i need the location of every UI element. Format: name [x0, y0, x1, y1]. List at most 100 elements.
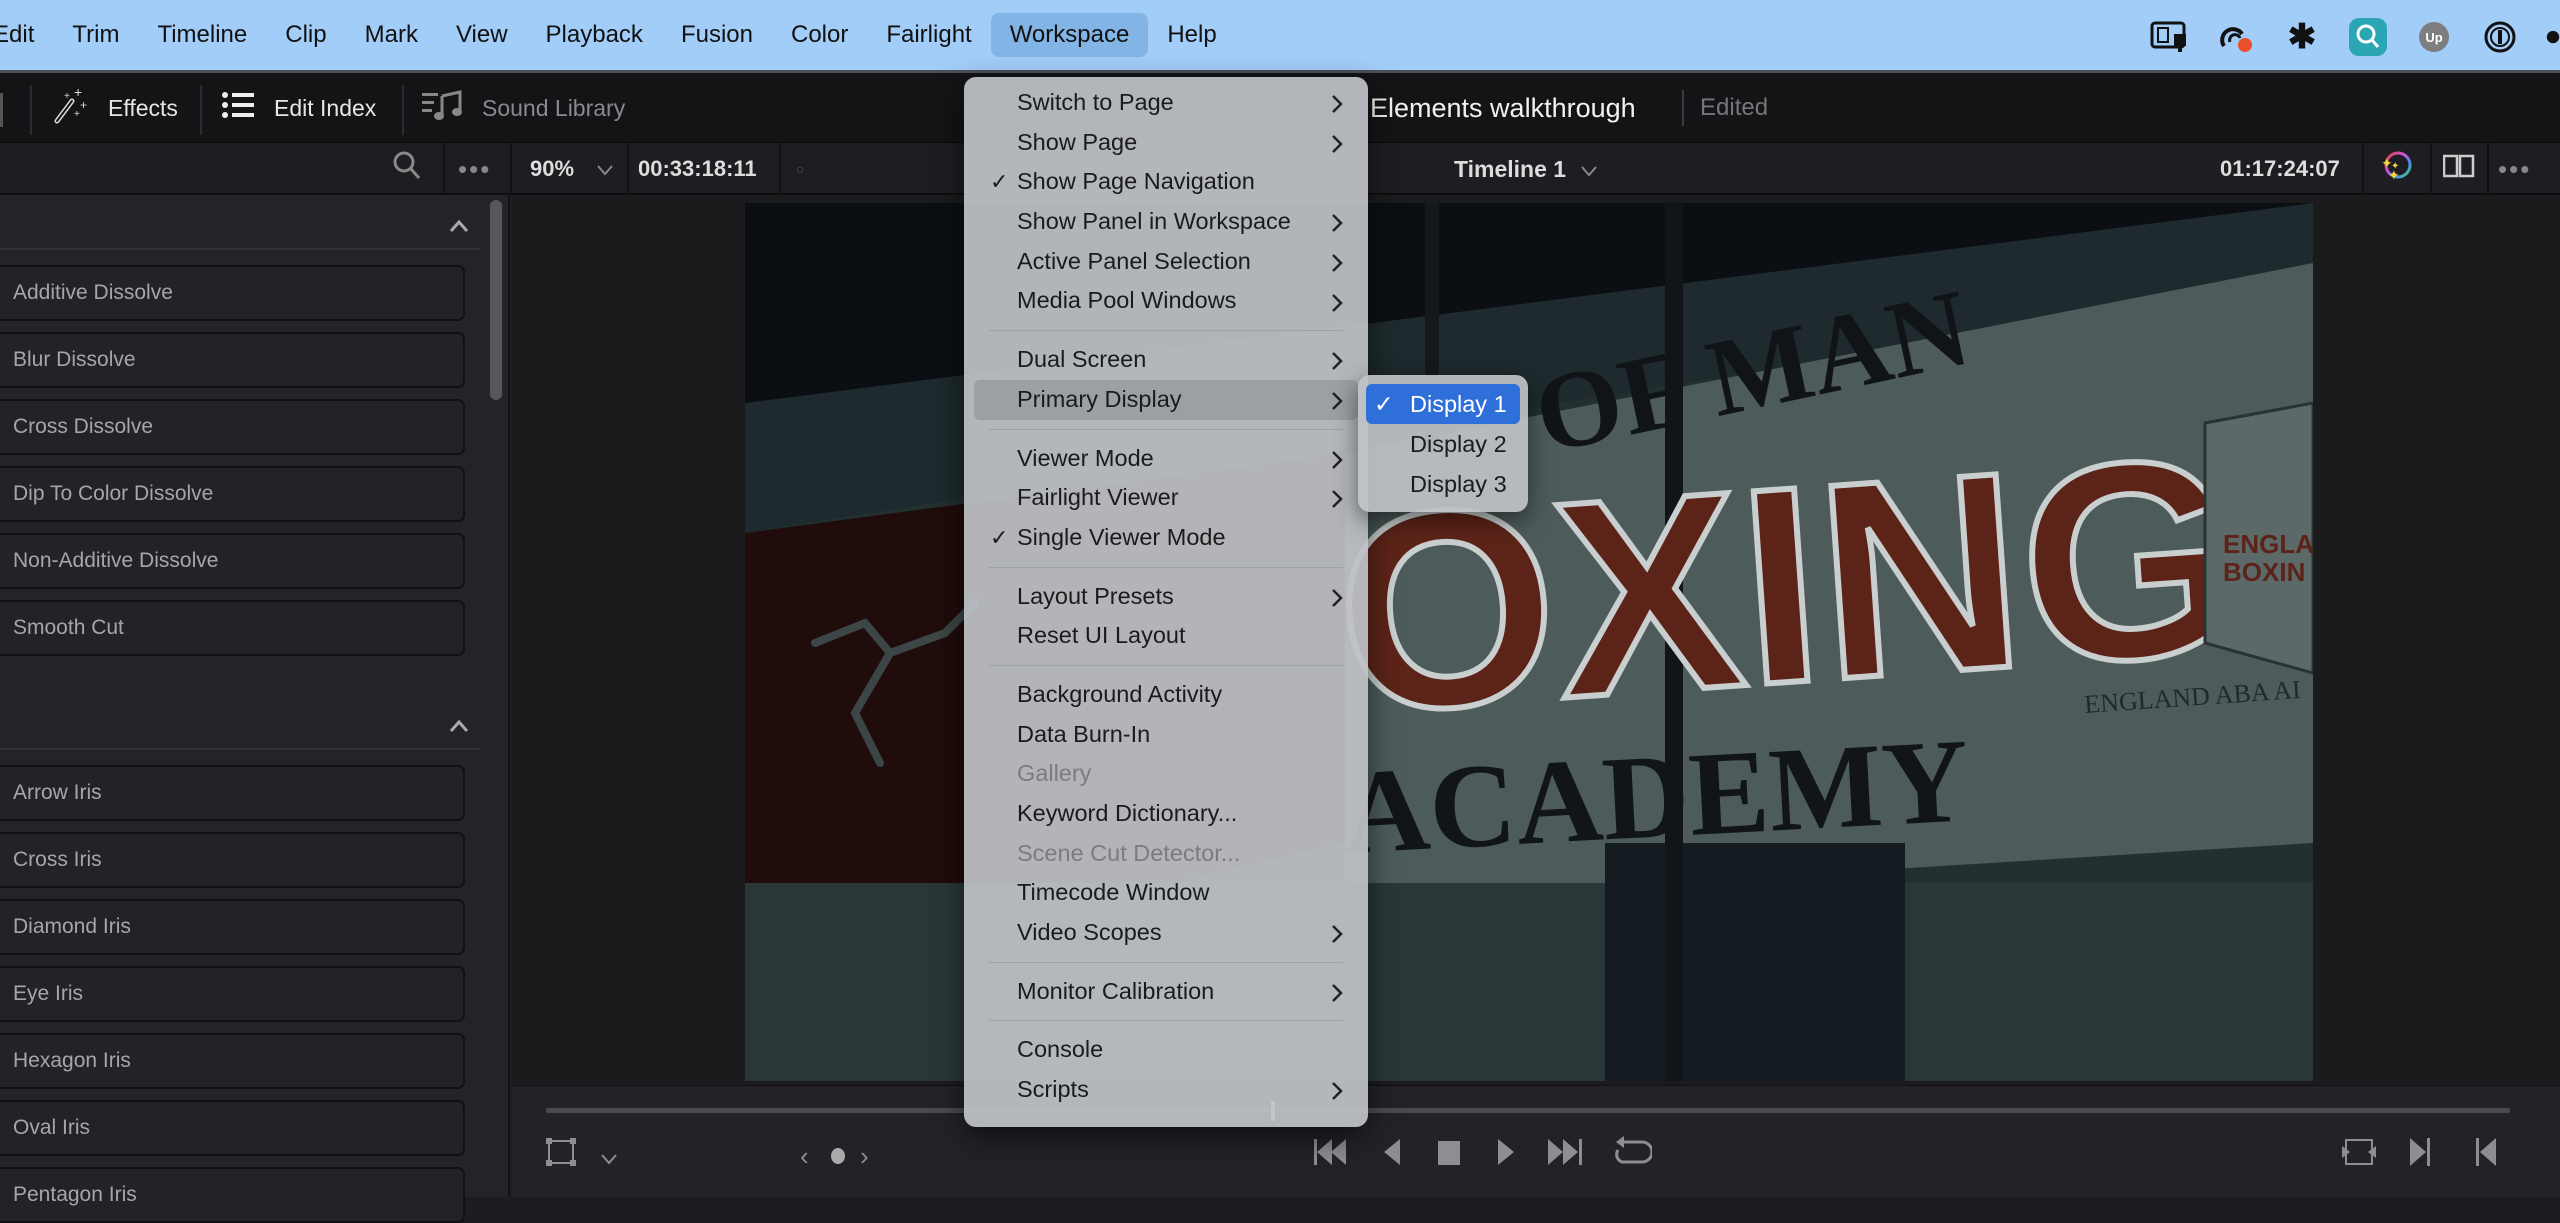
panel-options-button[interactable]: ••• — [458, 143, 491, 195]
go-to-start-button[interactable] — [1314, 1136, 1350, 1176]
menu-separator — [989, 664, 1343, 666]
display-lock-icon[interactable] — [2150, 17, 2190, 57]
timeline-dropdown[interactable]: Timeline 1 — [1454, 143, 1598, 195]
menu-item-monitor-calibration[interactable]: Monitor Calibration — [974, 972, 1358, 1012]
menu-workspace[interactable]: Workspace — [990, 13, 1149, 57]
menu-timeline[interactable]: Timeline — [138, 13, 266, 57]
submenu-item-display-1[interactable]: ✓ Display 1 — [1366, 384, 1520, 424]
menu-item-dual-screen[interactable]: Dual Screen — [974, 340, 1358, 380]
menu-fairlight[interactable]: Fairlight — [867, 13, 990, 57]
transform-mode-dropdown[interactable] — [600, 1136, 618, 1176]
menu-playback[interactable]: Playback — [527, 13, 662, 57]
play-button[interactable] — [1498, 1136, 1516, 1176]
onepassword-icon[interactable] — [2480, 17, 2520, 57]
menu-item-scripts[interactable]: Scripts — [974, 1070, 1358, 1110]
menu-item-switch-to-page[interactable]: Switch to Page — [974, 83, 1358, 123]
zoom-level-dropdown[interactable]: 90% — [530, 143, 614, 195]
submenu-item-display-2[interactable]: Display 2 — [1366, 424, 1520, 464]
menu-item-keyword-dictionary[interactable]: Keyword Dictionary... — [974, 794, 1358, 834]
menu-help[interactable]: Help — [1148, 13, 1235, 57]
menu-item-label: Switch to Page — [1017, 89, 1174, 115]
menu-item-reset-ui-layout[interactable]: Reset UI Layout — [974, 616, 1358, 656]
sound-library-button[interactable]: Sound Library — [422, 73, 625, 143]
menu-item-timecode-window[interactable]: Timecode Window — [974, 873, 1358, 913]
add-keyframe-button[interactable] — [830, 1136, 846, 1176]
effect-item-arrow-iris[interactable]: Arrow Iris — [0, 765, 465, 821]
edit-index-label: Edit Index — [274, 94, 377, 121]
menu-trim[interactable]: Trim — [53, 13, 138, 57]
viewer-options-button[interactable]: ••• — [2498, 143, 2531, 195]
edit-index-button[interactable]: Edit Index — [222, 73, 376, 143]
menu-item-background-activity[interactable]: Background Activity — [974, 675, 1358, 715]
chevron-up-icon[interactable] — [448, 209, 470, 240]
chevron-right-icon — [1330, 202, 1344, 242]
effect-item-smooth-cut[interactable]: Smooth Cut — [0, 600, 465, 656]
next-edit-icon — [2410, 1138, 2432, 1174]
menu-mark[interactable]: Mark — [346, 13, 437, 57]
match-frame-button[interactable] — [2342, 1136, 2376, 1176]
creative-cloud-icon[interactable] — [2216, 17, 2256, 57]
smart-reframe-button[interactable]: ✦ ✦ ✦ — [2378, 143, 2414, 195]
effect-item-hexagon-iris[interactable]: Hexagon Iris — [0, 1033, 465, 1089]
perplexity-icon[interactable]: ✱ — [2282, 17, 2322, 57]
menu-item-label: Data Burn-In — [1017, 720, 1151, 747]
timeline-viewer: OF MAN OXING ACADEMY ENGLAND ABA AI ENGL… — [512, 195, 2560, 1085]
effects-button[interactable]: + + + + Effects — [52, 73, 178, 143]
effect-item-eye-iris[interactable]: Eye Iris — [0, 966, 465, 1022]
menu-clip[interactable]: Clip — [266, 13, 345, 57]
next-edit-button[interactable] — [2410, 1136, 2432, 1176]
menu-item-primary-display[interactable]: Primary Display — [974, 379, 1358, 420]
menu-item-viewer-mode[interactable]: Viewer Mode — [974, 439, 1358, 479]
submenu-item-display-3[interactable]: Display 3 — [1366, 464, 1520, 504]
split-view-button[interactable] — [2442, 143, 2475, 195]
effect-item-dip-to-color-dissolve[interactable]: Dip To Color Dissolve — [0, 466, 465, 522]
submenu-item-label: Display 1 — [1410, 391, 1507, 417]
menu-edit[interactable]: Edit — [0, 13, 53, 57]
menu-item-data-burn-in[interactable]: Data Burn-In — [974, 715, 1358, 755]
chevron-up-icon[interactable] — [448, 709, 470, 740]
chevron-right-icon — [1330, 577, 1344, 617]
previous-edit-button[interactable] — [2476, 1136, 2498, 1176]
search-app-icon[interactable] — [2348, 17, 2388, 57]
effect-item-cross-dissolve[interactable]: Cross Dissolve — [0, 399, 465, 455]
next-keyframe-button[interactable]: › — [860, 1136, 869, 1176]
menu-item-show-page[interactable]: Show Page — [974, 123, 1358, 163]
skip-back-icon — [1314, 1139, 1350, 1173]
menu-item-single-viewer-mode[interactable]: ✓ Single Viewer Mode — [974, 518, 1358, 558]
menu-fusion[interactable]: Fusion — [662, 13, 772, 57]
menu-item-show-page-navigation[interactable]: ✓ Show Page Navigation — [974, 162, 1358, 202]
scrubber-track[interactable] — [546, 1108, 2510, 1113]
list-icon — [222, 91, 256, 125]
effect-item-additive-dissolve[interactable]: Additive Dissolve — [0, 265, 465, 321]
menu-item-fairlight-viewer[interactable]: Fairlight Viewer — [974, 478, 1358, 518]
effect-item-diamond-iris[interactable]: Diamond Iris — [0, 899, 465, 955]
go-to-end-button[interactable] — [1548, 1136, 1584, 1176]
section-header-dissolve[interactable] — [0, 195, 480, 250]
previous-keyframe-button[interactable]: ‹ — [800, 1136, 809, 1176]
keyframe-dot-icon — [830, 1139, 846, 1173]
menu-item-show-panel-in-workspace[interactable]: Show Panel in Workspace — [974, 202, 1358, 242]
menu-color[interactable]: Color — [772, 13, 867, 57]
menu-item-label: Scripts — [1017, 1076, 1089, 1103]
loop-button[interactable] — [1612, 1136, 1654, 1176]
play-reverse-button[interactable] — [1384, 1136, 1402, 1176]
menu-item-media-pool-windows[interactable]: Media Pool Windows — [974, 281, 1358, 321]
menu-item-active-panel-selection[interactable]: Active Panel Selection — [974, 242, 1358, 282]
menu-view[interactable]: View — [437, 13, 527, 57]
upnote-icon[interactable]: Up — [2414, 17, 2454, 57]
effect-item-blur-dissolve[interactable]: Blur Dissolve — [0, 332, 465, 388]
control-center-icon[interactable] — [2546, 17, 2560, 57]
menu-item-video-scopes[interactable]: Video Scopes — [974, 913, 1358, 953]
panel-scrollbar[interactable] — [490, 200, 502, 400]
section-header-iris[interactable] — [0, 695, 480, 750]
menu-item-label: Dual Screen — [1017, 346, 1147, 373]
effect-item-pentagon-iris[interactable]: Pentagon Iris — [0, 1167, 465, 1223]
search-button[interactable] — [393, 143, 421, 195]
effect-item-cross-iris[interactable]: Cross Iris — [0, 832, 465, 888]
effect-item-oval-iris[interactable]: Oval Iris — [0, 1100, 465, 1156]
effect-item-non-additive-dissolve[interactable]: Non-Additive Dissolve — [0, 533, 465, 589]
menu-item-console[interactable]: Console — [974, 1030, 1358, 1070]
menu-item-layout-presets[interactable]: Layout Presets — [974, 577, 1358, 617]
transform-button[interactable] — [546, 1136, 576, 1176]
stop-button[interactable] — [1438, 1136, 1460, 1176]
